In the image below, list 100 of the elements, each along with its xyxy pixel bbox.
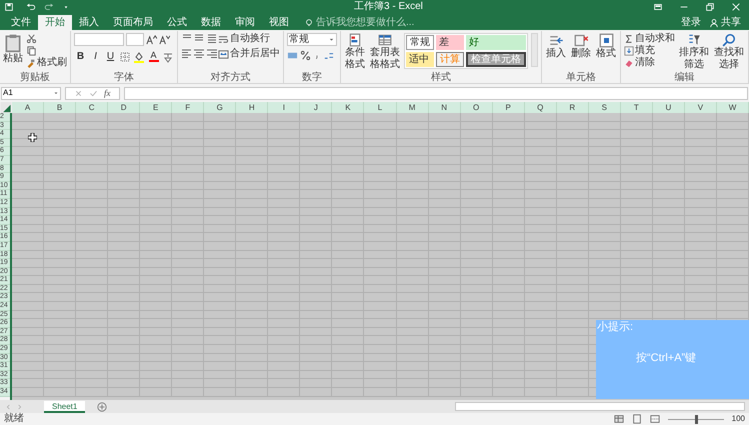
page-layout-view-icon[interactable] [632,414,642,424]
decrease-font-size-icon[interactable] [159,34,170,45]
column-header[interactable]: P [492,102,525,113]
column-header[interactable]: R [556,102,589,113]
column-header[interactable]: K [332,102,364,113]
clear-button[interactable]: 清除 [624,57,675,69]
column-header[interactable]: B [44,102,76,113]
column-header[interactable]: D [108,102,140,113]
share-button[interactable]: 共享 [709,15,741,30]
column-header[interactable]: N [428,102,461,113]
ribbon-tab[interactable]: 审阅 [228,15,262,30]
phonetic-icon[interactable] [162,50,174,62]
ribbon-tab[interactable]: 文件 [4,15,38,30]
underline-button[interactable]: U [104,50,117,63]
increase-decimal-icon[interactable] [323,50,334,61]
group-label: 样式 [430,72,452,83]
bold-button[interactable]: B [74,50,87,63]
cell-style-swatch[interactable]: 适中 [406,52,434,67]
font-name-field[interactable] [74,33,124,46]
column-header[interactable]: G [204,102,236,113]
ribbon-tab[interactable]: 插入 [72,15,106,30]
column-header[interactable]: E [140,102,172,113]
merge-center-button[interactable]: 合并后居中 [218,48,280,60]
format-painter-button[interactable]: 格式刷 [26,57,67,69]
sign-in-link[interactable]: 登录 [681,15,701,30]
align-center-icon[interactable] [193,48,206,60]
column-header[interactable]: A [12,102,44,113]
column-header[interactable]: Q [524,102,557,113]
column-header[interactable]: J [300,102,332,113]
borders-icon[interactable] [119,50,131,62]
font-size-field[interactable] [126,33,144,46]
group-label: 字体 [113,72,135,83]
italic-button[interactable]: I [89,50,102,63]
number-format-dropdown[interactable]: 常规 [287,33,337,46]
column-header[interactable]: W [716,102,749,113]
column-header[interactable]: V [684,102,717,113]
horizontal-scrollbar[interactable] [455,402,745,411]
cut-icon[interactable] [26,33,37,44]
fill-down-icon [624,46,634,56]
ribbon-tab[interactable]: 视图 [262,15,296,30]
ribbon-tab[interactable]: 开始 [38,15,72,30]
column-header[interactable]: O [460,102,493,113]
search-icon [722,33,736,47]
ribbon-tab[interactable]: 页面布局 [106,15,160,30]
column-header[interactable]: M [396,102,429,113]
autosum-button[interactable]: 自动求和 [624,33,675,45]
page-break-view-icon[interactable] [650,414,660,424]
column-header[interactable]: I [268,102,300,113]
close-icon[interactable] [731,2,741,12]
zoom-slider-thumb[interactable] [694,414,698,424]
column-header[interactable]: U [652,102,685,113]
column-header[interactable]: T [620,102,653,113]
fill-color-icon[interactable] [133,50,145,62]
cell-style-swatch[interactable]: 差 [436,35,464,50]
ribbon-tab[interactable]: 公式 [160,15,194,30]
increase-font-size-icon[interactable] [146,34,157,45]
insert-function-button[interactable]: fx [104,88,110,98]
align-right-icon[interactable] [206,48,218,60]
column-header[interactable]: H [236,102,268,113]
cell-style-swatch[interactable]: 好 [466,35,526,50]
zoom-level[interactable]: 100 [732,413,745,425]
column-header[interactable]: L [364,102,397,113]
add-sheet-icon[interactable] [97,402,108,412]
save-icon[interactable] [4,2,14,12]
normal-view-icon[interactable] [614,414,624,424]
column-header[interactable]: F [172,102,204,113]
format-as-table-button[interactable]: 套用表格格式 [369,33,401,71]
find-select-button[interactable]: 查找和选择 [713,33,745,71]
window-title: 工作簿3 - Excel [354,0,423,14]
restore-icon[interactable] [705,2,715,12]
ribbon-tab[interactable]: 数据 [194,15,228,30]
cell-style-swatch[interactable]: 常规 [406,35,434,50]
cells-button[interactable]: 插入 [545,33,567,60]
fill-button[interactable]: 填充 [624,45,675,57]
percent-icon[interactable] [300,50,311,61]
column-header[interactable]: S [588,102,621,113]
copy-icon[interactable] [26,45,37,56]
column-header[interactable]: C [76,102,108,113]
tip-text: 按“Ctrl+A”键 [636,352,696,365]
sort-filter-button[interactable]: 排序和筛选 [678,33,710,71]
align-left-icon[interactable] [181,48,193,60]
font-color-button[interactable]: A [147,50,160,63]
delete-cells-icon [574,33,588,48]
select-all-corner-icon[interactable] [0,102,12,113]
wrap-text-button[interactable]: 自动换行 [218,33,280,45]
selected-cell-area[interactable] [12,113,749,400]
cells-button[interactable]: 格式 [595,33,617,60]
sheet-tab[interactable]: Sheet1 [44,400,86,412]
redo-icon[interactable] [44,2,54,12]
paste-button[interactable]: 粘贴 [3,33,23,65]
ribbon-display-icon[interactable] [653,2,663,12]
format-cells-icon [598,33,614,48]
align-bottom-icon[interactable] [206,33,218,45]
merge-icon [218,48,229,60]
cells-button[interactable]: 删除 [570,33,592,60]
name-box[interactable]: A1 [1,86,61,100]
formula-input[interactable] [124,86,748,100]
undo-icon[interactable] [26,2,36,12]
conditional-formatting-button[interactable]: 条件格式 [344,33,366,71]
tell-me-field[interactable]: 告诉我您想要做什么... [304,15,426,30]
